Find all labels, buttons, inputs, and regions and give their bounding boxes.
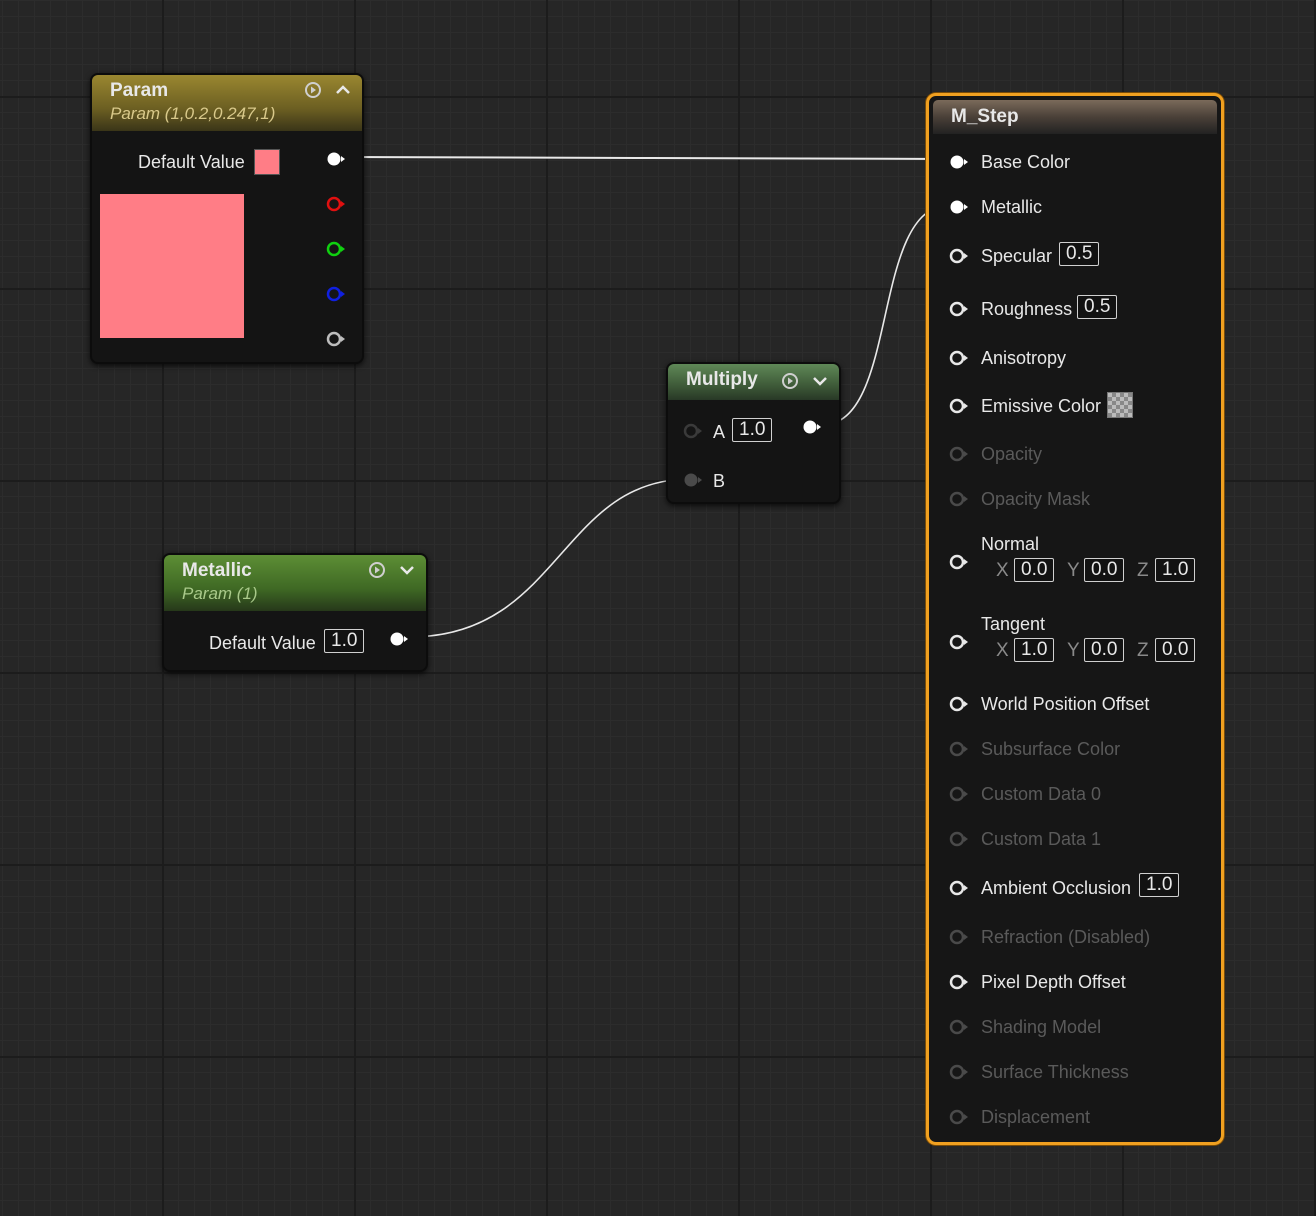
roughness-value-field[interactable]: 0.5 (1077, 295, 1118, 319)
input-pin-emissive-color[interactable] (949, 398, 969, 414)
input-pin-surface-thickness (949, 1064, 969, 1080)
input-pin-custom-data-1 (949, 831, 969, 847)
normal-x-axis-label: X (996, 560, 1009, 581)
param-output-pin-rgb[interactable] (326, 151, 346, 167)
metallic-default-value-field[interactable]: 1.0 (324, 629, 365, 653)
input-pin-tangent[interactable] (949, 634, 969, 650)
normal-label: Normal (981, 534, 1040, 554)
tangent-label: Tangent (981, 614, 1046, 634)
preview-play-icon[interactable] (368, 561, 386, 579)
multiply-node-header[interactable]: Multiply (668, 364, 839, 400)
input-pin-metallic[interactable] (949, 199, 969, 215)
param-output-pin-a[interactable] (326, 331, 346, 347)
param-default-value-label: Default Value (138, 152, 245, 172)
input-pin-opacity-mask (949, 491, 969, 507)
param-node[interactable]: Param Param (1,0.2,0.247,1) Default Valu… (90, 73, 364, 364)
roughness-label: Roughness (981, 299, 1073, 319)
input-pin-displacement (949, 1109, 969, 1125)
input-pin-pixel-depth-offset[interactable] (949, 974, 969, 990)
wire-param-to-basecolor (347, 156, 951, 160)
normal-x-field[interactable]: 0.0 (1014, 558, 1055, 582)
tangent-z-field[interactable]: 0.0 (1155, 638, 1196, 662)
refraction-label: Refraction (Disabled) (981, 927, 1151, 947)
multiply-input-pin-b[interactable] (683, 472, 703, 488)
param-node-header[interactable]: Param Param (1,0.2,0.247,1) (92, 75, 362, 131)
shading-model-label: Shading Model (981, 1017, 1102, 1037)
world-position-offset-label: World Position Offset (981, 694, 1150, 714)
custom-data-0-label: Custom Data 0 (981, 784, 1102, 804)
multiply-input-pin-a[interactable] (683, 423, 703, 439)
normal-y-axis-label: Y (1067, 560, 1080, 581)
surface-thickness-label: Surface Thickness (981, 1062, 1129, 1082)
subsurface-color-label: Subsurface Color (981, 739, 1121, 759)
tangent-x-axis-label: X (996, 640, 1009, 661)
normal-z-axis-label: Z (1137, 560, 1149, 581)
pixel-depth-offset-label: Pixel Depth Offset (981, 972, 1126, 992)
normal-z-field[interactable]: 1.0 (1155, 558, 1196, 582)
specular-value-field[interactable]: 0.5 (1059, 242, 1100, 266)
expand-chevron-down-icon[interactable] (811, 372, 829, 390)
param-node-subtitle: Param (1,0.2,0.247,1) (110, 104, 276, 123)
multiply-a-value-field[interactable]: 1.0 (732, 418, 773, 442)
input-pin-base-color[interactable] (949, 154, 969, 170)
input-pin-refraction (949, 929, 969, 945)
preview-play-icon[interactable] (781, 372, 799, 390)
input-pin-world-position-offset[interactable] (949, 696, 969, 712)
base-color-label: Base Color (981, 152, 1071, 172)
metallic-label: Metallic (981, 197, 1043, 217)
metallic-node-subtitle: Param (1) (182, 584, 258, 603)
input-pin-normal[interactable] (949, 554, 969, 570)
preview-play-icon[interactable] (304, 81, 322, 99)
collapse-chevron-up-icon[interactable] (334, 81, 352, 99)
tangent-y-axis-label: Y (1067, 640, 1080, 661)
material-result-node[interactable]: M_Step Base Color Metallic Specular 0.5 … (926, 93, 1224, 1145)
ambient-occlusion-value-field[interactable]: 1.0 (1139, 873, 1180, 897)
metallic-default-value-label: Default Value (209, 633, 316, 653)
param-output-pin-b[interactable] (326, 286, 346, 302)
param-output-pin-g[interactable] (326, 241, 346, 257)
param-color-swatch-small[interactable] (254, 149, 280, 175)
input-pin-specular[interactable] (949, 248, 969, 264)
param-color-preview (100, 194, 244, 338)
param-output-pin-r[interactable] (326, 196, 346, 212)
multiply-a-label: A (713, 422, 726, 442)
metallic-node[interactable]: Metallic Param (1) Default Value 1.0 (162, 553, 428, 672)
tangent-z-axis-label: Z (1137, 640, 1149, 661)
expand-chevron-down-icon[interactable] (398, 561, 416, 579)
ambient-occlusion-label: Ambient Occlusion (981, 878, 1132, 898)
material-node-header[interactable]: M_Step (933, 100, 1217, 134)
tangent-y-field[interactable]: 0.0 (1084, 638, 1125, 662)
input-pin-ambient-occlusion[interactable] (949, 880, 969, 896)
input-pin-roughness[interactable] (949, 301, 969, 317)
input-pin-anisotropy[interactable] (949, 350, 969, 366)
wire-metallic-to-b (409, 478, 691, 638)
emissive-color-swatch[interactable] (1107, 392, 1133, 418)
opacity-label: Opacity (981, 444, 1043, 464)
input-pin-opacity (949, 446, 969, 462)
input-pin-shading-model (949, 1019, 969, 1035)
opacity-mask-label: Opacity Mask (981, 489, 1091, 509)
emissive-color-label: Emissive Color (981, 396, 1102, 416)
tangent-x-field[interactable]: 1.0 (1014, 638, 1055, 662)
input-pin-custom-data-0 (949, 786, 969, 802)
specular-label: Specular (981, 246, 1053, 266)
custom-data-1-label: Custom Data 1 (981, 829, 1102, 849)
input-pin-subsurface-color (949, 741, 969, 757)
multiply-node[interactable]: Multiply A 1.0 B (666, 362, 841, 504)
material-node-title: M_Step (951, 106, 1019, 127)
metallic-node-header[interactable]: Metallic Param (1) (164, 555, 426, 611)
multiply-output-pin[interactable] (802, 419, 822, 435)
normal-y-field[interactable]: 0.0 (1084, 558, 1125, 582)
displacement-label: Displacement (981, 1107, 1091, 1127)
metallic-output-pin[interactable] (389, 631, 409, 647)
anisotropy-label: Anisotropy (981, 348, 1067, 368)
multiply-b-label: B (713, 471, 726, 491)
